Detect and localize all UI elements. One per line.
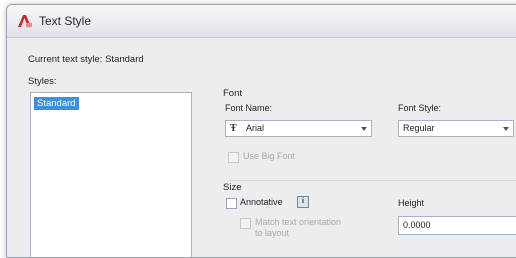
- styles-list[interactable]: Standard: [30, 92, 192, 257]
- height-input[interactable]: 0.0000: [398, 216, 516, 235]
- font-style-label: Font Style:: [398, 103, 442, 113]
- font-name-label: Font Name:: [225, 103, 273, 113]
- font-group-title: Font: [223, 88, 243, 99]
- font-name-value: Arial: [246, 123, 265, 133]
- use-big-font-checkbox[interactable]: [228, 152, 239, 163]
- styles-list-item-standard[interactable]: Standard: [34, 97, 79, 110]
- current-style-label: Current text style:: [28, 54, 103, 65]
- font-style-dropdown[interactable]: Regular: [398, 120, 514, 137]
- styles-label: Styles:: [28, 76, 57, 87]
- info-icon[interactable]: i: [297, 196, 309, 208]
- match-orientation-label-line1: Match text orientation: [255, 217, 342, 227]
- text-style-dialog: Text Style Current text style: Standard …: [6, 4, 516, 258]
- title-bar[interactable]: Text Style: [7, 5, 516, 38]
- app-logo-icon: [18, 15, 32, 27]
- size-group-title: Size: [223, 182, 242, 193]
- font-name-dropdown[interactable]: Ŧ Arial: [225, 120, 372, 137]
- chevron-down-icon: [503, 127, 509, 131]
- chevron-down-icon: [361, 127, 367, 131]
- match-orientation-checkbox[interactable]: [240, 218, 251, 229]
- annotative-checkbox[interactable]: [226, 198, 237, 209]
- current-style-text: Current text style: Standard: [28, 54, 144, 65]
- truetype-font-icon: Ŧ: [230, 123, 237, 134]
- match-orientation-label-line2: to layout: [255, 228, 290, 238]
- height-label: Height: [398, 198, 425, 208]
- group-divider: [229, 180, 516, 181]
- window-title: Text Style: [39, 14, 92, 28]
- annotative-label: Annotative: [240, 197, 283, 207]
- font-style-value: Regular: [403, 123, 435, 133]
- use-big-font-label: Use Big Font: [243, 151, 296, 161]
- current-style-value: Standard: [105, 54, 144, 65]
- height-value: 0.0000: [403, 220, 431, 230]
